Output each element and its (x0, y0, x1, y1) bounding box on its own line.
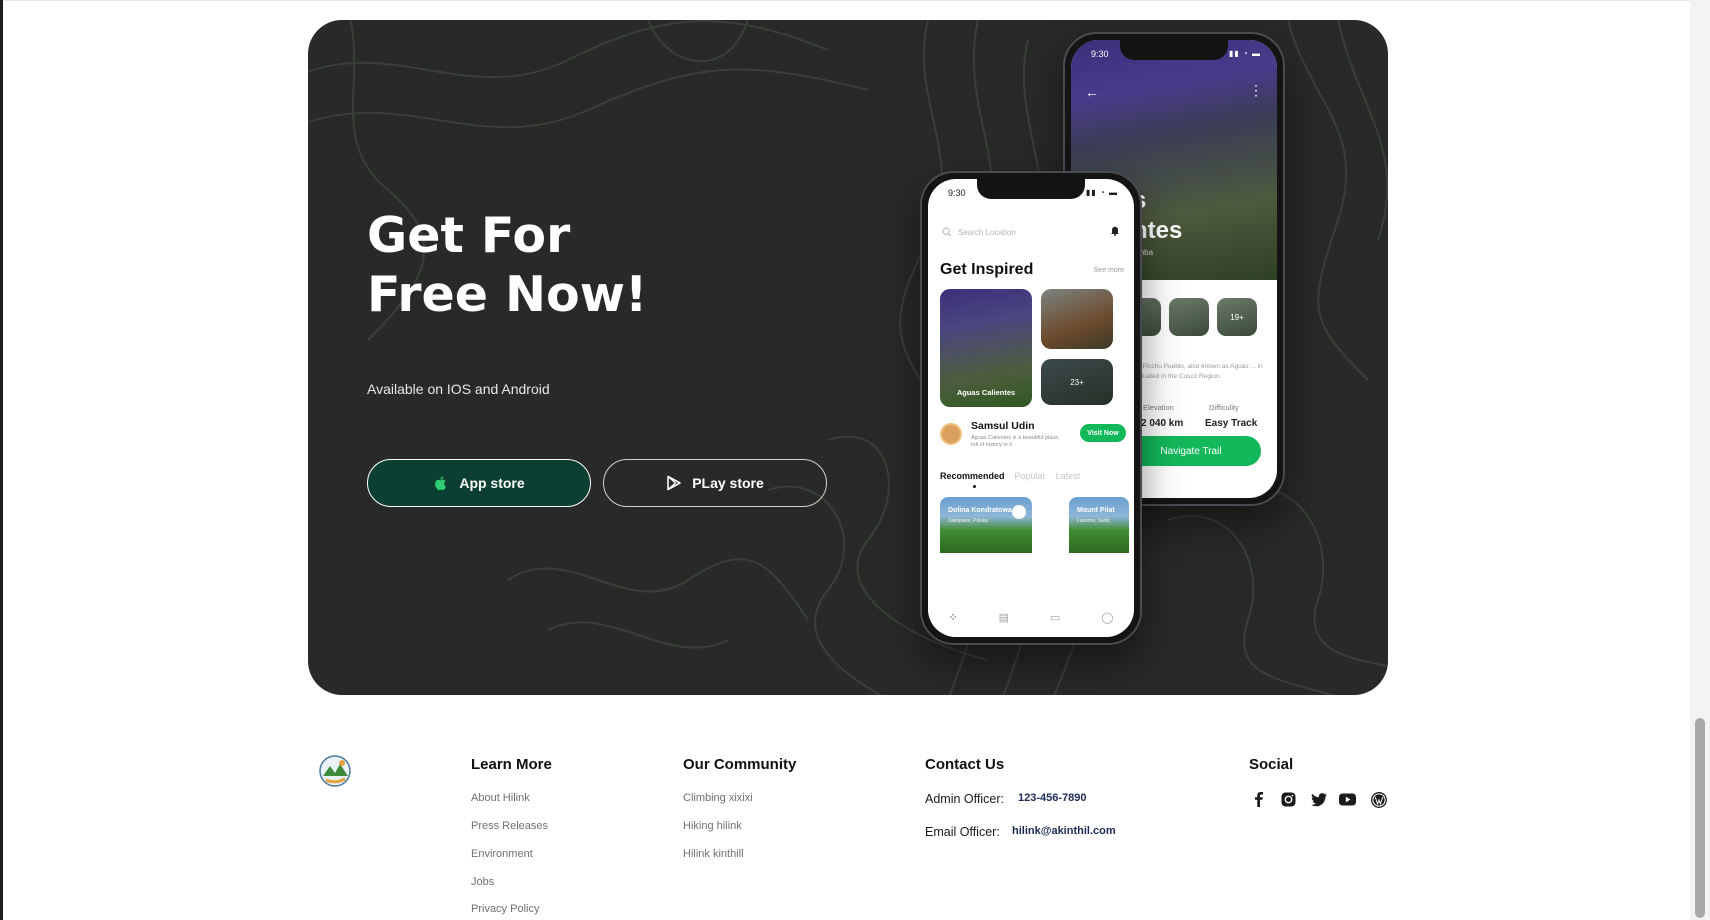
footer-link-privacy[interactable]: Privacy Policy (471, 903, 539, 915)
footer-link-press[interactable]: Press Releases (471, 820, 548, 832)
featured-card[interactable]: Aguas Calientes (940, 289, 1032, 407)
avatar (940, 423, 962, 445)
play-store-icon (666, 475, 682, 491)
status-icons: ▮▮ ◔ ▬ (1228, 49, 1261, 58)
learn-more-heading: Learn More (471, 756, 552, 773)
person-name: Samsul Udin (971, 420, 1035, 432)
scrollbar[interactable] (1690, 0, 1710, 920)
more-icon[interactable]: ⋮ (1249, 82, 1263, 99)
profile-icon[interactable]: ◯ (1101, 611, 1113, 624)
search-bar[interactable]: Search Location (942, 221, 1102, 243)
footer-link-jobs[interactable]: Jobs (471, 876, 494, 888)
destination-card-more[interactable]: 23+ (1041, 359, 1113, 405)
bookmark-icon[interactable] (1012, 505, 1026, 519)
footer-link-climbing[interactable]: Climbing xixixi (683, 792, 753, 804)
play-store-button[interactable]: PLay store (603, 459, 827, 507)
section-title: Get Inspired (940, 261, 1034, 278)
instagram-icon[interactable] (1280, 791, 1297, 808)
app-store-label: App store (459, 475, 525, 491)
elevation-label: Elevation (1143, 403, 1174, 412)
place-description: Machu Picchu Pueblo, also known as Aguas… (1121, 363, 1263, 380)
navigate-trail-button[interactable]: Navigate Trail (1121, 436, 1261, 466)
phone-notch (977, 179, 1085, 199)
left-gutter (0, 0, 3, 920)
admin-officer-label: Admin Officer: (925, 792, 1004, 806)
top-divider (3, 0, 1690, 1)
status-time: 9:30 (1091, 49, 1109, 59)
facebook-icon[interactable] (1250, 791, 1267, 808)
tab-recommended[interactable]: Recommended (940, 471, 1005, 481)
visit-now-button[interactable]: Visit Now (1080, 424, 1126, 442)
bell-icon[interactable] (1110, 225, 1120, 236)
tab-latest[interactable]: Latest (1056, 471, 1081, 481)
back-arrow-icon[interactable]: ← (1085, 84, 1099, 100)
contact-heading: Contact Us (925, 756, 1005, 773)
phone-home-screen: 9:30 ▮▮ ◔ ▬ Search Location Get Inspired… (928, 179, 1134, 637)
difficulty-value: Easy Track (1205, 418, 1258, 429)
play-store-label: PLay store (692, 475, 764, 491)
search-icon (942, 227, 952, 237)
admin-phone-link[interactable]: 123-456-7890 (1018, 792, 1087, 804)
thumbnail-more[interactable]: 19+ (1217, 298, 1257, 336)
community-heading: Our Community (683, 756, 797, 773)
hero-subtitle: Available on IOS and Android (367, 381, 550, 397)
status-icons: ▮▮ ◔ ▬ (1085, 188, 1118, 197)
footer-link-kinthill[interactable]: Hilink kinthill (683, 848, 744, 860)
phone-mockup-home: 9:30 ▮▮ ◔ ▬ Search Location Get Inspired… (920, 171, 1142, 645)
difficulty-label: Difficulity (1209, 403, 1239, 412)
wordpress-icon[interactable] (1370, 791, 1387, 808)
destination-card[interactable] (1041, 289, 1113, 349)
chat-icon[interactable]: ▭ (1050, 611, 1060, 624)
phone-notch (1120, 40, 1228, 60)
app-store-button[interactable]: App store (367, 459, 591, 507)
tab-popular[interactable]: Popular (1015, 471, 1046, 481)
email-link[interactable]: hilink@akinthil.com (1012, 825, 1116, 837)
headline-line-1: Get For (367, 207, 571, 264)
person-description: Aguas Calientes is a beautiful place, fu… (971, 435, 1060, 448)
bottom-navigation: ⁘ ▤ ▭ ◯ (928, 597, 1134, 637)
social-heading: Social (1249, 756, 1294, 773)
recommended-card-title: Mount Pilat (1077, 507, 1115, 514)
search-placeholder: Search Location (958, 227, 1016, 237)
apple-icon (433, 475, 449, 491)
thumbnail[interactable] (1169, 298, 1209, 336)
home-icon[interactable]: ⁘ (948, 611, 957, 624)
see-more-link[interactable]: See more (1094, 267, 1124, 274)
calendar-icon[interactable]: ▤ (999, 611, 1009, 624)
tab-indicator (973, 485, 976, 488)
footer-link-environment[interactable]: Environment (471, 848, 533, 860)
youtube-icon[interactable] (1339, 791, 1356, 808)
recommended-card-title: Dolina Kondratowa (948, 507, 1012, 514)
recommended-card[interactable]: Mount Pilat Lucerne, Switz (1069, 497, 1129, 553)
footer-link-about[interactable]: About Hilink (471, 792, 530, 804)
download-banner: Get For Free Now! Available on IOS and A… (308, 20, 1388, 695)
email-officer-label: Email Officer: (925, 825, 1000, 839)
category-tabs: Recommended Popular Latest (940, 471, 1080, 481)
headline-line-2: Free Now! (367, 266, 648, 323)
recommended-card-location: Zakopane, Polska (948, 518, 989, 524)
status-time: 9:30 (948, 188, 966, 198)
brand-logo[interactable] (318, 754, 352, 788)
elevation-value: 2 040 km (1141, 418, 1184, 429)
featured-card-label: Aguas Calientes (956, 388, 1016, 397)
scrollbar-thumb[interactable] (1695, 718, 1705, 918)
recommended-card-location: Lucerne, Switz (1077, 518, 1110, 524)
twitter-icon[interactable] (1310, 791, 1327, 808)
recommended-card[interactable]: Dolina Kondratowa Zakopane, Polska (940, 497, 1032, 553)
hero-headline: Get For Free Now! (367, 206, 647, 324)
footer-link-hiking[interactable]: Hiking hilink (683, 820, 742, 832)
